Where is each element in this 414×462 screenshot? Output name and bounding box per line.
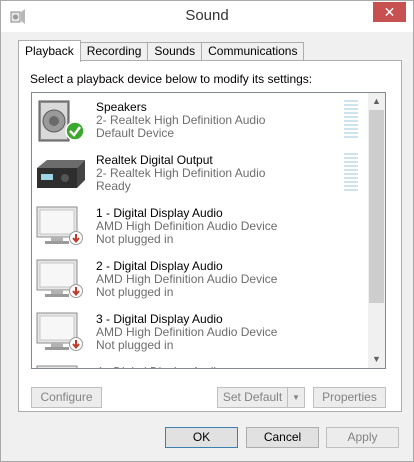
tab-strip: Playback Recording Sounds Communications: [18, 39, 305, 62]
set-default-dropdown-icon[interactable]: ▼: [287, 388, 304, 407]
speaker-icon: [35, 99, 87, 143]
device-name: 1 - Digital Display Audio: [96, 206, 223, 220]
device-driver: AMD High Definition Audio Device: [96, 325, 278, 339]
scroll-thumb[interactable]: [369, 110, 384, 303]
device-status: Ready: [96, 179, 131, 193]
device-list-items: Speakers 2- Realtek High Definition Audio…: [32, 93, 368, 368]
device-name: 2 - Digital Display Audio: [96, 259, 223, 273]
device-row[interactable]: 1 - Digital Display Audio AMD High Defini…: [32, 199, 368, 252]
unplugged-arrow-icon: [69, 284, 83, 301]
device-name: Speakers: [96, 100, 147, 114]
apply-button[interactable]: Apply: [326, 427, 399, 448]
configure-button[interactable]: Configure: [31, 387, 102, 408]
window-title: Sound: [185, 7, 229, 24]
monitor-icon: [35, 311, 87, 355]
device-row[interactable]: 4 - Digital Display Audio: [32, 358, 368, 368]
scroll-up-icon[interactable]: ▲: [368, 93, 385, 110]
default-check-icon: [65, 121, 85, 144]
tab-communications[interactable]: Communications: [201, 42, 305, 61]
tab-recording[interactable]: Recording: [79, 42, 149, 61]
device-driver: 2- Realtek High Definition Audio: [96, 166, 266, 180]
device-row[interactable]: Realtek Digital Output 2- Realtek High De…: [32, 146, 368, 199]
device-row[interactable]: 3 - Digital Display Audio AMD High Defini…: [32, 305, 368, 358]
device-list[interactable]: Speakers 2- Realtek High Definition Audio…: [31, 92, 386, 369]
unplugged-arrow-icon: [69, 231, 83, 248]
ok-button[interactable]: OK: [165, 427, 238, 448]
unplugged-arrow-icon: [69, 337, 83, 354]
volume-level-meter: [344, 153, 358, 191]
set-default-button[interactable]: Set Default ▼: [217, 387, 305, 408]
device-status: Not plugged in: [96, 232, 174, 246]
device-driver: AMD High Definition Audio Device: [96, 272, 278, 286]
digital-output-icon: [35, 152, 87, 196]
volume-level-meter: [344, 100, 358, 138]
device-name: Realtek Digital Output: [96, 153, 213, 167]
monitor-icon: [35, 364, 87, 368]
device-status: Not plugged in: [96, 285, 174, 299]
instructions-text: Select a playback device below to modify…: [30, 72, 313, 86]
device-row[interactable]: Speakers 2- Realtek High Definition Audio…: [32, 93, 368, 146]
playback-panel: Select a playback device below to modify…: [18, 60, 402, 412]
title-bar: Sound ✕: [1, 1, 413, 32]
monitor-icon: [35, 205, 87, 249]
sound-dialog: Sound ✕ Playback Recording Sounds Commun…: [0, 0, 414, 462]
set-default-label: Set Default: [222, 390, 283, 404]
device-name: 3 - Digital Display Audio: [96, 312, 223, 326]
device-driver: 2- Realtek High Definition Audio: [96, 113, 266, 127]
close-button[interactable]: ✕: [373, 2, 406, 22]
device-driver: AMD High Definition Audio Device: [96, 219, 278, 233]
properties-button[interactable]: Properties: [313, 387, 386, 408]
device-status: Default Device: [96, 126, 175, 140]
tab-playback[interactable]: Playback: [18, 40, 81, 62]
device-list-scrollbar[interactable]: ▲ ▼: [368, 93, 385, 368]
scroll-down-icon[interactable]: ▼: [368, 351, 385, 368]
monitor-icon: [35, 258, 87, 302]
cancel-button[interactable]: Cancel: [246, 427, 319, 448]
device-row[interactable]: 2 - Digital Display Audio AMD High Defini…: [32, 252, 368, 305]
device-status: Not plugged in: [96, 338, 174, 352]
device-name: 4 - Digital Display Audio: [96, 365, 223, 368]
tab-sounds[interactable]: Sounds: [147, 42, 203, 61]
